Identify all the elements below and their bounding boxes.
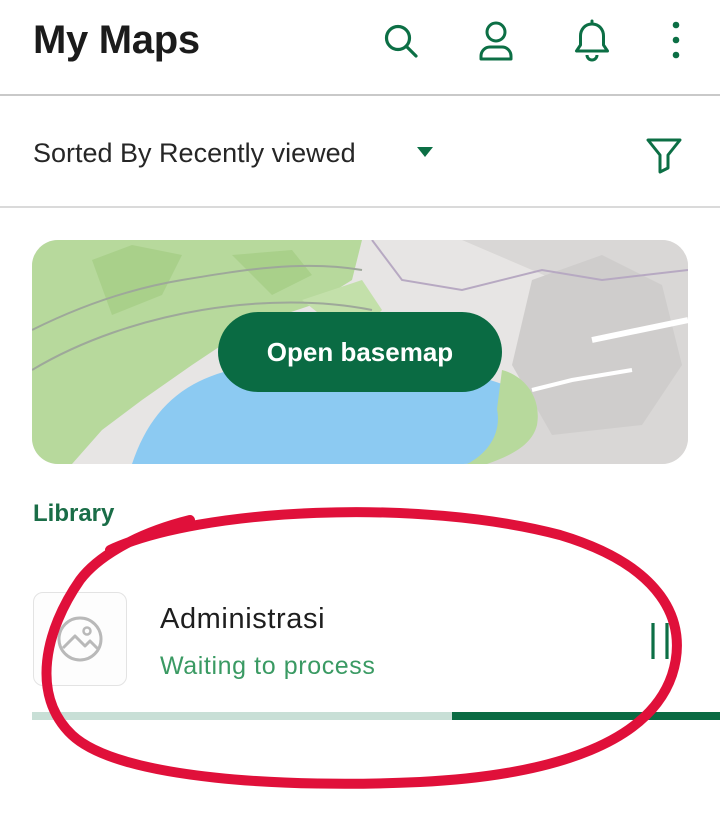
library-item[interactable]: Administrasi Waiting to process	[0, 585, 720, 695]
map-name: Administrasi	[160, 603, 326, 635]
search-icon	[384, 24, 418, 58]
pause-download-button[interactable]	[640, 619, 680, 663]
progress-track-light	[32, 712, 452, 720]
notifications-icon	[575, 19, 609, 62]
download-progress-bar	[32, 712, 720, 720]
sort-dropdown-label[interactable]: Sorted By Recently viewed	[33, 138, 356, 169]
open-basemap-button[interactable]: Open basemap	[218, 312, 502, 392]
map-thumbnail	[33, 592, 127, 686]
filter-button[interactable]	[638, 131, 690, 179]
account-icon	[479, 21, 513, 61]
filter-icon	[646, 138, 682, 174]
account-button[interactable]	[472, 17, 520, 65]
map-status: Waiting to process	[160, 652, 376, 680]
progress-track-dark	[452, 712, 720, 720]
pause-icon	[651, 623, 669, 659]
image-placeholder-icon	[57, 616, 103, 662]
notifications-button[interactable]	[568, 17, 616, 65]
library-section-label: Library	[33, 500, 115, 527]
caret-down-icon[interactable]	[417, 147, 433, 157]
search-button[interactable]	[377, 17, 425, 65]
more-vertical-icon	[672, 21, 680, 59]
sort-bar: Sorted By Recently viewed	[0, 98, 720, 208]
page-title: My Maps	[33, 18, 200, 62]
more-options-button[interactable]	[652, 17, 700, 65]
app-header: My Maps	[0, 0, 720, 96]
